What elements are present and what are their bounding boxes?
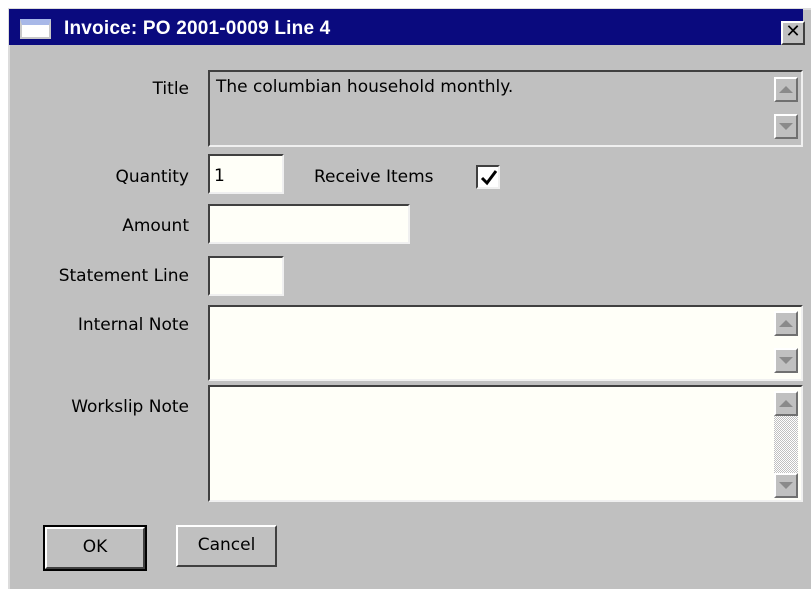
workslip-note-field[interactable] [208,385,803,502]
cancel-button[interactable]: Cancel [176,525,277,567]
arrow-down-icon [779,357,793,364]
workslip-note-scrollbar[interactable] [774,391,798,498]
title-value: The columbian household monthly. [216,77,514,97]
arrow-down-icon [779,123,793,130]
title-bar: Invoice: PO 2001-0009 Line 4 ✕ [9,9,805,45]
checkmark-icon [480,170,498,186]
scroll-down-button[interactable] [774,348,798,373]
workslip-note-label: Workslip Note [71,397,189,417]
scroll-up-button[interactable] [774,391,798,416]
title-label: Title [152,79,189,99]
close-button[interactable]: ✕ [781,21,805,45]
scroll-track[interactable] [774,416,798,473]
arrow-up-icon [779,400,793,407]
internal-note-label: Internal Note [77,315,189,335]
scroll-up-button[interactable] [774,311,798,336]
scroll-down-button[interactable] [774,114,798,139]
statement-line-label: Statement Line [58,266,189,286]
amount-label: Amount [122,216,189,236]
quantity-field[interactable]: 1 [208,154,284,194]
arrow-up-icon [779,86,793,93]
receive-items-label: Receive Items [314,167,434,187]
arrow-up-icon [779,320,793,327]
title-field[interactable]: The columbian household monthly. [208,70,803,147]
amount-field[interactable] [208,204,410,244]
quantity-value: 1 [214,166,225,186]
arrow-down-icon [779,482,793,489]
internal-note-field[interactable] [208,305,803,381]
window-title: Invoice: PO 2001-0009 Line 4 [64,18,331,39]
title-scrollbar[interactable] [774,77,798,143]
ok-button[interactable]: OK [43,525,147,571]
scroll-up-button[interactable] [774,77,798,102]
statement-line-field[interactable] [208,256,284,296]
receive-items-checkbox[interactable] [476,165,500,189]
internal-note-scrollbar[interactable] [774,311,798,377]
window-icon [20,19,51,39]
scroll-down-button[interactable] [774,473,798,498]
close-icon: ✕ [785,21,801,42]
quantity-label: Quantity [115,167,189,187]
